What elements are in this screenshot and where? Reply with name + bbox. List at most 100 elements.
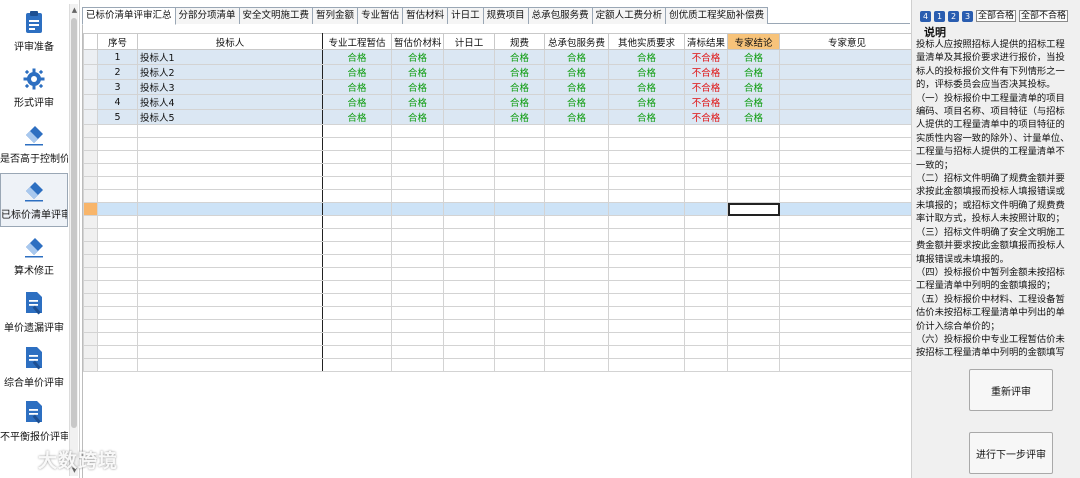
grid-cell-conclusion[interactable]: 合格 <box>727 109 780 125</box>
tab-sub-item-list[interactable]: 分部分项清单 <box>174 7 240 24</box>
grid-cell[interactable] <box>608 150 685 164</box>
grid-cell[interactable] <box>322 163 392 177</box>
grid-cell-c6[interactable]: 合格 <box>608 109 685 125</box>
grid-cell[interactable] <box>684 228 728 242</box>
grid-cell[interactable] <box>544 306 609 320</box>
grid-cell[interactable] <box>97 254 138 268</box>
grid-cell[interactable] <box>322 332 392 346</box>
sidebar-item-above-control-price[interactable]: 是否高于控制价 <box>0 118 68 172</box>
grid-cell[interactable] <box>608 124 685 138</box>
grid-cell-c2[interactable]: 合格 <box>391 49 444 65</box>
table-row[interactable] <box>83 319 915 333</box>
grid-cell[interactable] <box>137 280 323 294</box>
table-row[interactable]: 5 投标人5 合格 合格 合格 合格 合格 不合格 合格 <box>83 109 915 125</box>
column-header[interactable]: 专业工程暂估 <box>322 33 392 50</box>
row-indicator[interactable] <box>83 280 98 294</box>
row-indicator[interactable] <box>83 109 98 125</box>
tab-quota-labor-analysis[interactable]: 定额人工费分析 <box>591 7 667 24</box>
grid-cell[interactable] <box>684 124 728 138</box>
grid-cell[interactable] <box>322 358 392 372</box>
grid-cell[interactable] <box>391 176 444 190</box>
grid-cell[interactable] <box>494 306 545 320</box>
tab-safety-civilized-fee[interactable]: 安全文明施工费 <box>238 7 314 24</box>
grid-cell[interactable] <box>727 293 780 307</box>
grid-cell[interactable] <box>684 150 728 164</box>
table-row[interactable] <box>83 306 915 320</box>
sidebar-item-arithmetic-correction[interactable]: 算术修正 <box>0 230 68 284</box>
grid-cell[interactable] <box>391 163 444 177</box>
grid-cell[interactable] <box>779 124 915 138</box>
grid-cell-c2[interactable]: 合格 <box>391 109 444 125</box>
grid-cell-no[interactable]: 5 <box>97 109 138 125</box>
grid-cell[interactable] <box>443 176 495 190</box>
grid-cell-c3[interactable] <box>443 94 495 110</box>
grid-cell[interactable] <box>443 319 495 333</box>
grid-cell[interactable] <box>727 163 780 177</box>
table-row[interactable] <box>83 189 915 203</box>
next-step-review-button[interactable]: 进行下一步评审 <box>969 432 1053 474</box>
grid-cell[interactable] <box>684 293 728 307</box>
level-button[interactable]: 1 <box>934 10 945 22</box>
grid-cell[interactable] <box>443 280 495 294</box>
grid-cell[interactable] <box>727 306 780 320</box>
grid-cell-c1[interactable]: 合格 <box>322 79 392 95</box>
grid-cell[interactable] <box>97 189 138 203</box>
grid-cell-opinion[interactable] <box>779 64 915 80</box>
table-row[interactable] <box>83 215 915 229</box>
all-fail-button[interactable]: 全部不合格 <box>1019 10 1069 22</box>
grid-cell[interactable] <box>608 189 685 203</box>
row-indicator[interactable] <box>83 202 98 216</box>
grid-cell[interactable] <box>779 150 915 164</box>
grid-cell[interactable] <box>494 189 545 203</box>
grid-cell[interactable] <box>391 150 444 164</box>
grid-cell[interactable] <box>779 293 915 307</box>
row-indicator[interactable] <box>83 150 98 164</box>
grid-cell[interactable] <box>608 176 685 190</box>
all-pass-button[interactable]: 全部合格 <box>976 10 1017 22</box>
row-indicator[interactable] <box>83 189 98 203</box>
grid-cell[interactable] <box>727 280 780 294</box>
grid-cell[interactable] <box>443 189 495 203</box>
grid-cell[interactable] <box>684 254 728 268</box>
column-header[interactable]: 计日工 <box>443 33 495 50</box>
grid-cell[interactable] <box>391 241 444 255</box>
tab-priced-list-summary[interactable]: 已标价清单评审汇总 <box>82 7 176 25</box>
tab-provisional-sum[interactable]: 暂列金额 <box>312 7 359 24</box>
grid-cell[interactable] <box>97 150 138 164</box>
grid-cell-c3[interactable] <box>443 49 495 65</box>
grid-cell[interactable] <box>544 176 609 190</box>
grid-cell[interactable] <box>494 332 545 346</box>
grid-cell[interactable] <box>443 163 495 177</box>
grid-cell[interactable] <box>684 280 728 294</box>
grid-cell-c6[interactable]: 合格 <box>608 79 685 95</box>
grid-cell[interactable] <box>608 280 685 294</box>
row-indicator[interactable] <box>83 94 98 110</box>
row-indicator[interactable] <box>83 319 98 333</box>
grid-cell[interactable] <box>137 267 323 281</box>
grid-cell[interactable] <box>322 254 392 268</box>
grid-cell[interactable] <box>97 332 138 346</box>
grid-cell-c1[interactable]: 合格 <box>322 64 392 80</box>
grid-cell[interactable] <box>779 332 915 346</box>
grid-cell[interactable] <box>322 241 392 255</box>
sidebar-scrollbar[interactable]: ▲ ▼ <box>69 4 78 476</box>
row-indicator[interactable] <box>83 228 98 242</box>
grid-cell-no[interactable]: 3 <box>97 79 138 95</box>
grid-cell[interactable] <box>684 345 728 359</box>
column-header[interactable]: 投标人 <box>137 33 323 50</box>
grid-cell[interactable] <box>391 306 444 320</box>
grid-cell[interactable] <box>608 319 685 333</box>
grid-cell[interactable] <box>97 267 138 281</box>
table-row[interactable] <box>83 332 915 346</box>
grid-cell[interactable] <box>391 358 444 372</box>
grid-cell[interactable] <box>443 345 495 359</box>
grid-cell[interactable] <box>608 254 685 268</box>
grid-cell[interactable] <box>608 306 685 320</box>
grid-cell[interactable] <box>391 124 444 138</box>
grid-cell[interactable] <box>684 176 728 190</box>
row-indicator[interactable] <box>83 215 98 229</box>
re-evaluate-button[interactable]: 重新评审 <box>969 369 1053 411</box>
column-header[interactable]: 专家意见 <box>779 33 915 50</box>
grid-cell[interactable] <box>443 202 495 216</box>
grid-cell[interactable] <box>391 189 444 203</box>
